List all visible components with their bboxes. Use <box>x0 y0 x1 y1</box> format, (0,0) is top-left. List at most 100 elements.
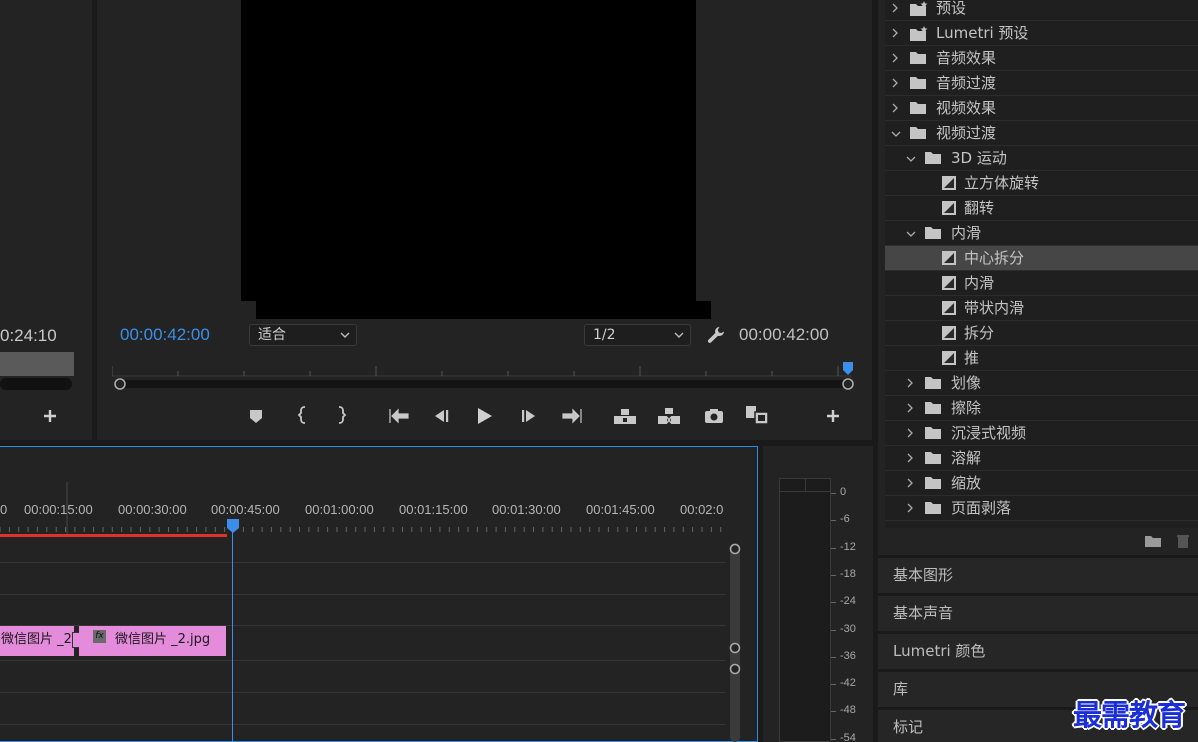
effect-folder[interactable]: 视频过渡 <box>885 121 1198 146</box>
folder-icon <box>924 401 942 415</box>
effect-folder[interactable]: 内滑 <box>885 221 1198 246</box>
chevron-right-icon[interactable] <box>906 428 914 438</box>
effect-folder[interactable]: 预设 <box>885 0 1198 21</box>
mark-out-icon[interactable] <box>334 405 350 425</box>
source-scrollbar[interactable] <box>0 378 72 390</box>
scroll-handle-bottom[interactable] <box>729 663 741 675</box>
extract-icon[interactable] <box>656 406 682 426</box>
panel-tab-essential-graphics[interactable]: 基本图形 <box>878 557 1198 593</box>
new-bin-folder-icon[interactable] <box>1144 534 1162 548</box>
panel-tab-lumetri-color[interactable]: Lumetri 颜色 <box>878 633 1198 669</box>
effect-label: 页面剥落 <box>951 499 1012 517</box>
effect-folder[interactable]: Lumetri 预设 <box>885 21 1198 46</box>
effect-folder[interactable]: 溶解 <box>885 446 1198 471</box>
effect-folder[interactable]: 沉浸式视频 <box>885 421 1198 446</box>
transition-effect-icon <box>941 275 957 291</box>
lift-icon[interactable] <box>612 406 638 426</box>
effect-label: 音频效果 <box>936 49 997 67</box>
effect-folder[interactable]: 擦除 <box>885 396 1198 421</box>
program-video-frame-offset <box>256 301 711 319</box>
chevron-down-icon[interactable] <box>906 155 916 163</box>
folder-icon <box>909 51 927 65</box>
program-add-button-icon[interactable] <box>825 408 841 424</box>
transition-effect-icon <box>941 175 957 191</box>
effect-item[interactable]: 拆分 <box>885 321 1198 346</box>
chevron-right-icon[interactable] <box>891 103 899 113</box>
effect-item[interactable]: 带状内滑 <box>885 296 1198 321</box>
program-time-ruler[interactable] <box>112 360 857 396</box>
compare-view-icon[interactable] <box>744 404 770 426</box>
effect-item[interactable]: 翻转 <box>885 196 1198 221</box>
transition-effect-icon <box>941 250 957 266</box>
program-duration-timecode: 00:00:42:00 <box>739 325 829 344</box>
work-area-bar[interactable] <box>0 534 227 537</box>
chevron-right-icon[interactable] <box>891 28 899 38</box>
zoom-level-select[interactable]: 适合 <box>249 324 357 346</box>
wrench-settings-icon[interactable] <box>706 325 726 345</box>
effect-label: Lumetri 预设 <box>936 24 1029 42</box>
folder-icon <box>924 376 942 390</box>
program-video-frame <box>241 0 696 301</box>
mark-in-icon[interactable] <box>294 405 310 425</box>
playback-resolution-select[interactable]: 1/2 <box>584 324 691 346</box>
playback-resolution-value: 1/2 <box>593 327 616 343</box>
chevron-right-icon[interactable] <box>906 503 914 513</box>
effect-label: 音频过渡 <box>936 74 997 92</box>
effect-label: 溶解 <box>951 449 982 467</box>
effect-label: 视频过渡 <box>936 124 997 142</box>
effect-folder[interactable]: 音频效果 <box>885 46 1198 71</box>
effect-item[interactable]: 内滑 <box>885 271 1198 296</box>
go-to-out-icon[interactable] <box>561 407 583 425</box>
chevron-right-icon[interactable] <box>891 78 899 88</box>
meter-tick <box>831 711 836 713</box>
chevron-down-icon[interactable] <box>906 230 916 238</box>
chevron-down-icon <box>340 332 350 338</box>
effect-label: 内滑 <box>951 224 982 242</box>
meter-tick <box>831 602 836 604</box>
source-add-button-icon[interactable] <box>42 408 58 424</box>
effect-label: 划像 <box>951 374 982 392</box>
effect-item[interactable]: 中心拆分 <box>885 246 1198 271</box>
effect-item[interactable]: 推 <box>885 346 1198 371</box>
delete-trash-icon[interactable] <box>1175 533 1191 549</box>
preset-folder-icon <box>909 26 929 42</box>
play-icon[interactable] <box>476 406 494 426</box>
effect-label: 带状内滑 <box>964 299 1025 317</box>
chevron-right-icon[interactable] <box>906 378 914 388</box>
step-forward-icon[interactable] <box>520 408 538 424</box>
meter-scale-label: -54 <box>840 731 856 742</box>
effect-label: 沉浸式视频 <box>951 424 1027 442</box>
effect-folder[interactable]: 缩放 <box>885 471 1198 496</box>
scroll-handle-mid[interactable] <box>729 642 741 654</box>
add-marker-icon[interactable] <box>248 408 264 424</box>
go-to-in-icon[interactable] <box>388 407 410 425</box>
chevron-right-icon[interactable] <box>906 403 914 413</box>
camera-export-frame-icon[interactable] <box>703 407 725 425</box>
chevron-right-icon[interactable] <box>906 478 914 488</box>
chevron-down-icon[interactable] <box>891 130 901 138</box>
chevron-right-icon[interactable] <box>906 453 914 463</box>
panel-tab-essential-sound[interactable]: 基本声音 <box>878 595 1198 631</box>
playhead-line[interactable] <box>232 530 233 742</box>
chevron-right-icon[interactable] <box>891 3 899 13</box>
chevron-down-icon <box>674 332 684 338</box>
fx-badge-icon: fx <box>93 630 106 643</box>
effect-folder[interactable]: 音频过渡 <box>885 71 1198 96</box>
effect-item[interactable]: 立方体旋转 <box>885 171 1198 196</box>
timeline-clip[interactable]: 微信图片 _2 <box>0 626 74 656</box>
timeline-ruler-ticks[interactable] <box>0 482 730 534</box>
source-zoom-bar[interactable] <box>0 352 74 376</box>
effect-folder[interactable]: 3D 运动 <box>885 146 1198 171</box>
timeline-clip[interactable]: fx 微信图片 _2.jpg <box>79 626 226 656</box>
effect-folder[interactable]: 视频效果 <box>885 96 1198 121</box>
effect-folder[interactable]: 划像 <box>885 371 1198 396</box>
transition-effect-icon <box>941 325 957 341</box>
source-timecode[interactable]: 0:24:10 <box>0 326 57 346</box>
step-back-icon[interactable] <box>432 408 450 424</box>
playhead-handle-icon[interactable] <box>226 518 240 534</box>
scroll-handle-top[interactable] <box>729 543 741 555</box>
program-current-timecode[interactable]: 00:00:42:00 <box>120 325 210 345</box>
chevron-right-icon[interactable] <box>891 53 899 63</box>
effect-folder[interactable]: 页面剥落 <box>885 496 1198 521</box>
track-divider <box>0 562 726 563</box>
